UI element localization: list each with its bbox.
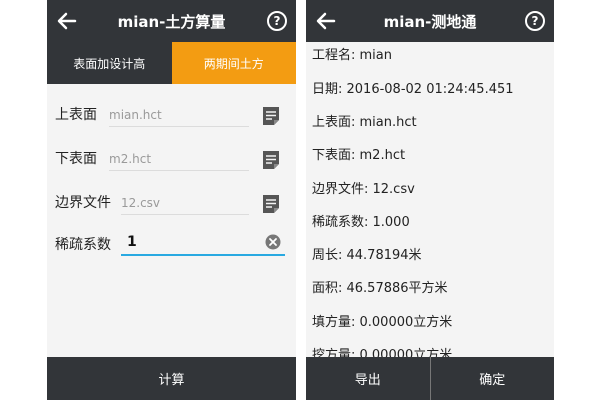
lower-surface-line: 下表面: m2.hct [312, 148, 406, 163]
ok-button[interactable]: 确定 [429, 357, 555, 400]
project-name-line: 工程名: mian [312, 48, 392, 63]
lower-surface-label: 下表面 [55, 151, 97, 167]
help-circle-icon[interactable]: ? [525, 11, 545, 31]
boundary-file-label: 边界文件 [55, 195, 111, 211]
tab-bar: 表面加设计高 两期间土方 [47, 42, 296, 84]
boundary-file-row: 边界文件 12.csv [47, 182, 296, 222]
page-title: mian-土方算量 [117, 12, 226, 31]
help-circle-icon[interactable]: ? [267, 11, 287, 31]
export-button[interactable]: 导出 [306, 357, 430, 400]
lower-surface-field[interactable]: m2.hct [109, 152, 249, 171]
sparsity-coef-input[interactable]: 1 [121, 232, 285, 256]
calculate-button[interactable]: 计算 [47, 357, 296, 400]
page-title: mian-测地通 [383, 12, 477, 31]
sparsity-coef-line: 稀疏系数: 1.000 [312, 215, 410, 230]
boundary-file-line: 边界文件: 12.csv [312, 182, 415, 197]
bottom-action-bar: 计算 [47, 357, 296, 400]
file-browse-icon[interactable] [262, 150, 280, 170]
upper-surface-line: 上表面: mian.hct [312, 115, 417, 130]
sparsity-coef-label: 稀疏系数 [55, 237, 111, 253]
tab-two-period-earthwork[interactable]: 两期间土方 [171, 42, 296, 84]
top-app-bar: mian-土方算量 ? [47, 0, 296, 42]
file-browse-icon[interactable] [262, 194, 280, 214]
tab-surface-plus-design-height[interactable]: 表面加设计高 [47, 42, 172, 84]
date-line: 日期: 2016-08-02 01:24:45.451 [312, 82, 514, 97]
sparsity-coef-row: 稀疏系数 1 [47, 228, 296, 262]
lower-surface-row: 下表面 m2.hct [47, 138, 296, 178]
result-screen: mian-测地通 ? 工程名: mian 日期: 2016-08-02 01:2… [306, 0, 554, 400]
perimeter-line: 周长: 44.78194米 [312, 248, 422, 263]
file-browse-icon[interactable] [262, 106, 280, 126]
boundary-file-field[interactable]: 12.csv [121, 196, 249, 215]
bottom-action-bar: 导出 确定 [306, 357, 554, 400]
earthwork-calc-screen: mian-土方算量 ? 表面加设计高 两期间土方 上表面 mian.hct 下表… [47, 0, 296, 400]
fill-volume-line: 填方量: 0.00000立方米 [312, 315, 453, 330]
clear-circle-icon[interactable] [265, 234, 281, 250]
upper-surface-label: 上表面 [55, 107, 97, 123]
top-app-bar: mian-测地通 ? [306, 0, 554, 42]
upper-surface-row: 上表面 mian.hct [47, 94, 296, 134]
upper-surface-field[interactable]: mian.hct [109, 108, 249, 127]
area-line: 面积: 46.57886平方米 [312, 281, 448, 296]
arrow-left-icon[interactable] [316, 12, 336, 30]
arrow-left-icon[interactable] [57, 12, 77, 30]
